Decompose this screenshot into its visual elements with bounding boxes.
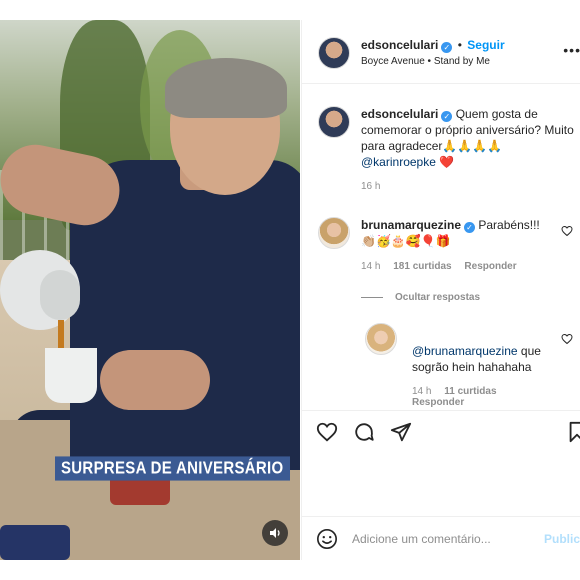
- sound-toggle-button[interactable]: [262, 520, 288, 546]
- author-avatar[interactable]: [318, 37, 350, 69]
- reply-button[interactable]: Responder: [464, 261, 516, 272]
- reply-likes[interactable]: 11 curtidas: [444, 386, 496, 397]
- hide-replies-button[interactable]: Ocultar respostas: [361, 292, 480, 303]
- heart-icon[interactable]: [316, 421, 338, 443]
- video-caption-banner: SURPRESA DE ANIVERSÁRIO: [55, 456, 290, 481]
- emoji-icon[interactable]: [316, 528, 338, 550]
- reply-item: @brunamarquezine que sogrão hein hahahah…: [365, 323, 580, 408]
- reply-like-heart-icon[interactable]: [561, 333, 573, 345]
- comment-username[interactable]: brunamarquezine: [361, 218, 461, 232]
- comment-input[interactable]: Adicione um comentário...: [352, 532, 491, 546]
- dot-separator: •: [457, 38, 462, 52]
- follow-button[interactable]: Seguir: [467, 38, 504, 52]
- comment-like-heart-icon[interactable]: [561, 225, 573, 237]
- reply-time[interactable]: 14 h: [412, 386, 431, 397]
- reply-reply-button[interactable]: Responder: [412, 397, 497, 408]
- person-arm-right: [100, 350, 210, 410]
- caption-username[interactable]: edsoncelulari: [361, 107, 438, 121]
- hide-replies-line: [361, 296, 383, 298]
- comment-item: brunamarquezine ✓ Parabéns!!! 👏🏼🥳🎂🥰🎈🎁 14 …: [318, 217, 580, 317]
- post-media[interactable]: SURPRESA DE ANIVERSÁRIO: [0, 20, 300, 560]
- caption-mention[interactable]: @karinroepke: [361, 155, 436, 169]
- reply-avatar[interactable]: [365, 323, 397, 355]
- add-comment-bar: Adicione um comentário... Publicar: [302, 516, 580, 560]
- post-side-panel: edsoncelulari ✓ • Seguir Boyce Avenue • S…: [301, 20, 580, 560]
- person-hair: [165, 58, 287, 118]
- verified-badge-icon: ✓: [464, 222, 476, 233]
- hide-replies-label: Ocultar respostas: [395, 292, 481, 303]
- more-options-icon[interactable]: •••: [563, 42, 580, 58]
- reply-body: @brunamarquezine que sogrão hein hahahah…: [412, 343, 562, 375]
- napkin: [0, 525, 70, 560]
- comment-meta: 14 h 181 curtidas Responder: [361, 261, 517, 272]
- audio-link[interactable]: Boyce Avenue • Stand by Me: [361, 56, 490, 67]
- commenter-avatar[interactable]: [318, 217, 350, 249]
- caption-time[interactable]: 16 h: [361, 181, 380, 192]
- red-heart-emoji: ❤️: [439, 155, 455, 169]
- comment-time[interactable]: 14 h: [361, 261, 380, 272]
- teapot-spout: [40, 270, 80, 320]
- post-actions-bar: [302, 410, 580, 450]
- caption-body: edsoncelulari ✓ Quem gosta de comemorar o…: [361, 106, 576, 170]
- author-username[interactable]: edsoncelulari: [361, 38, 438, 52]
- header-title-row: edsoncelulari ✓ • Seguir: [361, 38, 505, 53]
- publish-button[interactable]: Publicar: [544, 532, 580, 546]
- comment-emojis: 👏🏼🥳🎂🥰🎈🎁: [361, 234, 451, 248]
- comment-body: brunamarquezine ✓ Parabéns!!! 👏🏼🥳🎂🥰🎈🎁: [361, 217, 561, 249]
- caption-avatar[interactable]: [318, 106, 350, 138]
- comment-likes[interactable]: 181 curtidas: [393, 261, 451, 272]
- share-icon[interactable]: [390, 421, 412, 443]
- comment-icon[interactable]: [353, 421, 375, 443]
- bookmark-icon[interactable]: [566, 421, 580, 443]
- reply-mention[interactable]: @brunamarquezine: [412, 344, 518, 358]
- speaker-icon: [270, 528, 280, 538]
- tea-cup: [45, 348, 97, 403]
- comment-text: Parabéns!!!: [478, 218, 540, 232]
- post-header: edsoncelulari ✓ • Seguir Boyce Avenue • S…: [302, 20, 580, 84]
- reply-meta: 14 h 11 curtidas Responder: [412, 386, 497, 408]
- verified-badge-icon: ✓: [441, 42, 453, 53]
- verified-badge-icon: ✓: [441, 111, 453, 122]
